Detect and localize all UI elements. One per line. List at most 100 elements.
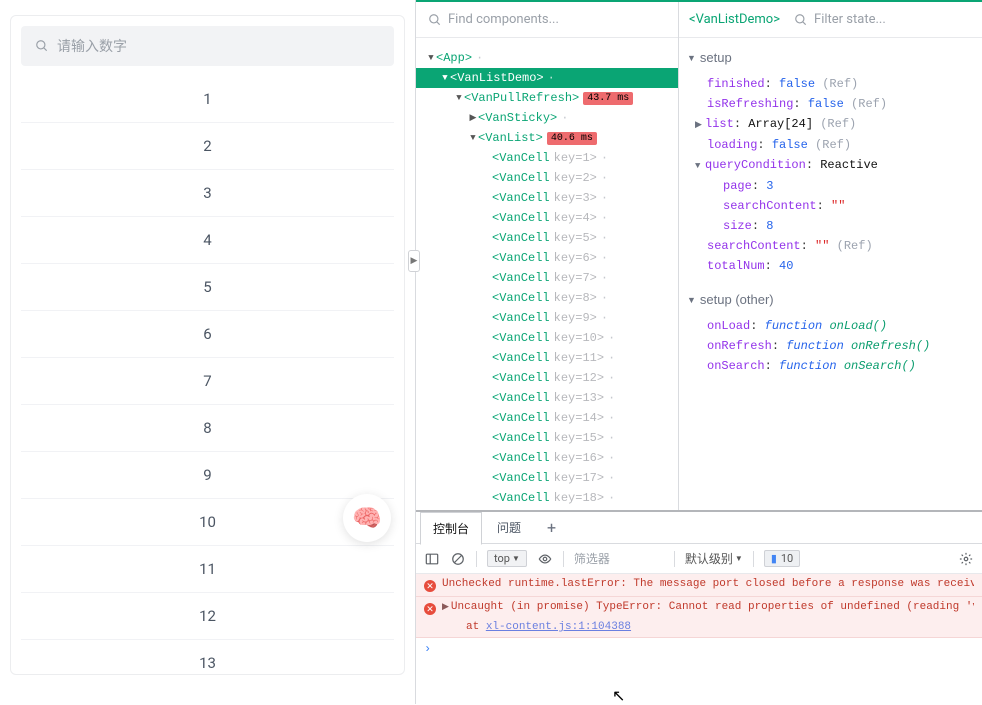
tree-node-cell[interactable]: <VanCellkey=9>· — [416, 308, 678, 328]
tree-node-cell[interactable]: <VanCellkey=14>· — [416, 408, 678, 428]
list-item[interactable]: 10 — [21, 499, 394, 546]
error-message: Unchecked runtime.lastError: The message… — [442, 578, 974, 590]
state-row[interactable]: finished: false (Ref) — [687, 74, 974, 94]
tree-node-sticky[interactable]: ▶<VanSticky>· — [416, 108, 678, 128]
component-search[interactable]: Find components... — [416, 2, 678, 38]
search-icon — [35, 39, 49, 53]
state-row[interactable]: totalNum: 40 — [687, 256, 974, 276]
console-body[interactable]: ✕ Unchecked runtime.lastError: The messa… — [416, 574, 982, 704]
tree-node-cell[interactable]: <VanCellkey=5>· — [416, 228, 678, 248]
separator — [563, 551, 564, 567]
tree-node-cell[interactable]: <VanCellkey=10>· — [416, 328, 678, 348]
source-link[interactable]: xl-content.js:1:104388 — [486, 621, 631, 633]
list-item[interactable]: 13 — [21, 640, 394, 675]
eye-icon[interactable] — [537, 551, 553, 567]
list-item[interactable]: 2 — [21, 123, 394, 170]
state-row[interactable]: isRefreshing: false (Ref) — [687, 94, 974, 114]
state-header: <VanListDemo> Filter state... — [679, 2, 982, 38]
list-item[interactable]: 9 — [21, 452, 394, 499]
error-icon: ✕ — [424, 580, 436, 592]
tree-node-cell[interactable]: <VanCellkey=15>· — [416, 428, 678, 448]
state-row[interactable]: searchContent: "" (Ref) — [687, 236, 974, 256]
timing-badge: 43.7 ms — [583, 92, 633, 105]
app-preview-panel: 请输入数字 1 2 3 4 5 6 7 8 9 10 11 12 13 14 🧠 — [0, 0, 415, 704]
component-tree[interactable]: ▼<App>· ▼<VanListDemo>· ▼<VanPullRefresh… — [416, 38, 678, 510]
state-row[interactable]: ▼queryCondition: Reactive — [687, 155, 974, 176]
section-title[interactable]: ▼setup (other) — [687, 290, 974, 310]
number-list: 1 2 3 4 5 6 7 8 9 10 11 12 13 14 — [21, 76, 394, 675]
settings-icon[interactable] — [958, 551, 974, 567]
console-prompt[interactable]: › — [416, 638, 982, 660]
state-row[interactable]: onRefresh: function onRefresh() — [687, 336, 974, 356]
section-title[interactable]: ▼setup — [687, 48, 974, 68]
issue-badge[interactable]: ▮10 — [764, 550, 800, 567]
list-item[interactable]: 6 — [21, 311, 394, 358]
component-tree-column: ▶ Find components... ▼<App>· ▼<VanListDe… — [416, 2, 679, 510]
list-item[interactable]: 8 — [21, 405, 394, 452]
state-row[interactable]: size: 8 — [687, 216, 974, 236]
console-toolbar: top▼ 筛选器 默认级别▼ ▮10 — [416, 544, 982, 574]
splitter-handle[interactable]: ▶ — [408, 250, 420, 272]
separator — [476, 551, 477, 567]
tree-node-list[interactable]: ▼<VanList>40.6 ms — [416, 128, 678, 148]
tree-node-pullrefresh[interactable]: ▼<VanPullRefresh>43.7 ms — [416, 88, 678, 108]
tree-node-cell[interactable]: <VanCellkey=7>· — [416, 268, 678, 288]
clear-console-icon[interactable] — [450, 551, 466, 567]
devtools-top: ▶ Find components... ▼<App>· ▼<VanListDe… — [416, 0, 982, 510]
list-item[interactable]: 5 — [21, 264, 394, 311]
context-select[interactable]: top▼ — [487, 550, 527, 567]
state-row[interactable]: searchContent: "" — [687, 196, 974, 216]
tree-node-app[interactable]: ▼<App>· — [416, 48, 678, 68]
list-item[interactable]: 11 — [21, 546, 394, 593]
state-inspector[interactable]: ▼setup finished: false (Ref) isRefreshin… — [679, 38, 982, 510]
tree-node-cell[interactable]: <VanCellkey=3>· — [416, 188, 678, 208]
tree-node-cell[interactable]: <VanCellkey=16>· — [416, 448, 678, 468]
state-section-setup: ▼setup finished: false (Ref) isRefreshin… — [687, 48, 974, 276]
state-row[interactable]: loading: false (Ref) — [687, 135, 974, 155]
list-item[interactable]: 4 — [21, 217, 394, 264]
state-row[interactable]: ▶list: Array[24] (Ref) — [687, 114, 974, 135]
floating-action-button[interactable]: 🧠 — [343, 494, 391, 542]
tree-node-cell[interactable]: <VanCellkey=12>· — [416, 368, 678, 388]
state-column: <VanListDemo> Filter state... ▼setup fin… — [679, 2, 982, 510]
console-error-row[interactable]: ✕ ▶Uncaught (in promise) TypeError: Cann… — [416, 597, 982, 638]
filter-state-input[interactable]: Filter state... — [790, 2, 982, 38]
search-placeholder: 请输入数字 — [57, 36, 127, 56]
tree-node-cell[interactable]: <VanCellkey=18>· — [416, 488, 678, 508]
console-pane: 控制台 问题 + top▼ 筛选器 默认级别▼ ▮10 ✕ Unchecked … — [416, 510, 982, 704]
tab-issues[interactable]: 问题 — [484, 511, 534, 544]
component-search-placeholder: Find components... — [448, 12, 559, 27]
filter-input[interactable]: 筛选器 — [574, 550, 664, 567]
tree-node-vanlistdemo[interactable]: ▼<VanListDemo>· — [416, 68, 678, 88]
tree-node-cell[interactable]: <VanCellkey=4>· — [416, 208, 678, 228]
tree-node-cell[interactable]: <VanCellkey=11>· — [416, 348, 678, 368]
state-row[interactable]: onLoad: function onLoad() — [687, 316, 974, 336]
brain-icon: 🧠 — [352, 504, 382, 532]
tab-add[interactable]: + — [536, 513, 567, 542]
list-item[interactable]: 12 — [21, 593, 394, 640]
tab-console[interactable]: 控制台 — [420, 512, 482, 545]
list-item[interactable]: 3 — [21, 170, 394, 217]
search-input[interactable]: 请输入数字 — [21, 26, 394, 66]
tree-node-cell[interactable]: <VanCellkey=1>· — [416, 148, 678, 168]
search-icon — [794, 13, 808, 27]
list-item[interactable]: 1 — [21, 76, 394, 123]
tree-node-cell[interactable]: <VanCellkey=13>· — [416, 388, 678, 408]
console-tabs: 控制台 问题 + — [416, 512, 982, 544]
tree-node-cell[interactable]: <VanCellkey=8>· — [416, 288, 678, 308]
state-row[interactable]: onSearch: function onSearch() — [687, 356, 974, 376]
tree-node-cell[interactable]: <VanCellkey=17>· — [416, 468, 678, 488]
toggle-sidebar-icon[interactable] — [424, 551, 440, 567]
breadcrumb-component[interactable]: <VanListDemo> — [679, 12, 790, 27]
separator — [753, 551, 754, 567]
error-icon: ✕ — [424, 603, 436, 615]
tree-node-cell[interactable]: <VanCellkey=6>· — [416, 248, 678, 268]
tree-node-cell[interactable]: <VanCellkey=2>· — [416, 168, 678, 188]
timing-badge: 40.6 ms — [547, 132, 597, 145]
log-level-select[interactable]: 默认级别▼ — [685, 550, 743, 567]
search-icon — [428, 13, 442, 27]
devtools-panel: ▶ Find components... ▼<App>· ▼<VanListDe… — [415, 0, 982, 704]
list-item[interactable]: 7 — [21, 358, 394, 405]
console-error-row[interactable]: ✕ Unchecked runtime.lastError: The messa… — [416, 574, 982, 597]
state-row[interactable]: page: 3 — [687, 176, 974, 196]
